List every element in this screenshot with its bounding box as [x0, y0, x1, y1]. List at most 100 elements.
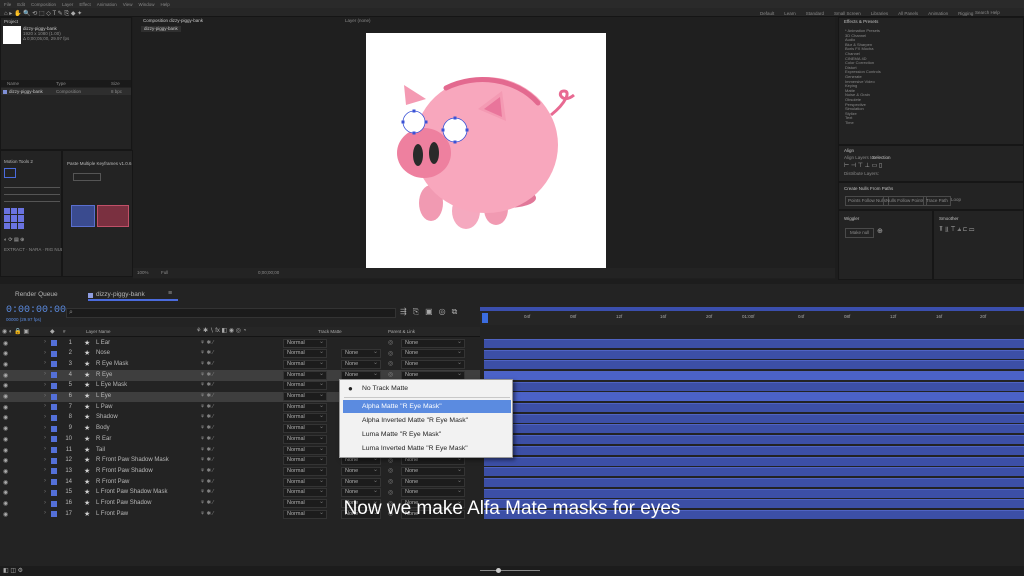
flow-preset-b[interactable] [97, 205, 129, 227]
effects-list: * Animation Presets 3D Channel Audio Blur &… [845, 28, 881, 126]
align-panel: Align Align Layers to: Selection ⊢ ⊣ ⊤ ⊥… [838, 145, 1024, 182]
composition-canvas[interactable] [366, 33, 606, 268]
project-panel: Project dizzy-piggy-bank 1920 x 1080 (1.… [0, 17, 132, 150]
add-icon[interactable]: ⊕ [877, 227, 883, 235]
tab-comp[interactable]: dizzy-piggy-bank ≡ [88, 290, 178, 301]
ruler-label: 12f [616, 314, 623, 319]
zoom-level[interactable]: 100% [137, 270, 149, 276]
align-title: Align [844, 148, 855, 153]
resolution[interactable]: Full [161, 270, 168, 276]
effects-category[interactable]: Time [845, 120, 881, 126]
track-matte-option[interactable]: Alpha Inverted Matte "R Eye Mask" [340, 414, 512, 427]
zoom-slider[interactable] [480, 570, 540, 571]
flow-preset-a[interactable] [71, 205, 95, 227]
loop-checkbox[interactable]: Loop [951, 197, 961, 203]
workspace-item[interactable]: Default [760, 11, 774, 16]
playhead[interactable] [482, 313, 488, 323]
workspace-item[interactable]: Libraries [871, 11, 888, 16]
align-icons[interactable]: ⊢ ⊣ ⊤ ⊥ ▭ ▯ [844, 162, 882, 169]
work-area-bar[interactable] [480, 307, 1024, 311]
ruler-label: 16f [660, 314, 667, 319]
ruler-label: 20f [706, 314, 713, 319]
status-icons[interactable]: ◧ ◫ ⚙ [3, 567, 23, 574]
workspace-item[interactable]: Animation [928, 11, 948, 16]
paste-button[interactable] [73, 173, 101, 181]
tab-menu-icon[interactable]: ≡ [168, 290, 172, 297]
menu-item[interactable]: File [4, 2, 11, 7]
motion-tool-icons[interactable]: ◐ ⟳ ▤ ⊕ [4, 237, 24, 243]
toolbar: ⌂ ▸ ✋ 🔍 ⟲ ⬚ ◇ T ✎ ⎘ ◆ ✦ Default Learn Stan… [0, 8, 1024, 17]
keyframe-title: Paste Multiple Keyframes v1.0.6 [67, 161, 132, 166]
effects-presets-panel: Effects & Presets * Animation Presets 3D … [838, 17, 1024, 145]
workspace-item[interactable]: Standard [806, 11, 824, 16]
search-help[interactable]: Search Help [975, 10, 1000, 16]
project-row[interactable]: dizzy-piggy-bank Composition 8 bpc [1, 88, 131, 95]
layer-duration-bar[interactable] [484, 467, 1024, 477]
layer-duration-bar[interactable] [484, 349, 1024, 359]
comp-subtab[interactable]: dizzy-piggy-bank [141, 26, 181, 32]
workspace-item[interactable]: All Panels [898, 11, 918, 16]
motion-mode-button[interactable] [4, 168, 16, 178]
easing-sliders[interactable] [4, 183, 60, 205]
menu-item[interactable]: Edit [17, 2, 25, 7]
menu-item[interactable]: Layer [62, 2, 73, 7]
keyframe-panel: Paste Multiple Keyframes v1.0.6 [62, 150, 133, 277]
layer-duration-bar[interactable] [484, 435, 1024, 445]
smoother-panel: Smoother ⫪ ⫫ ⊤ ⫨ ⊏ ▭ [933, 210, 1024, 280]
tab-render-queue[interactable]: Render Queue [15, 291, 58, 298]
layer-duration-bar[interactable] [484, 424, 1024, 434]
smoother-icons[interactable]: ⫪ ⫫ ⊤ ⫨ ⊏ ▭ [939, 226, 974, 234]
nulls-follow-points-button[interactable]: Nulls Follow Points [883, 196, 928, 206]
workspace-item[interactable]: Small Screen [834, 11, 861, 16]
layer-duration-bar[interactable] [484, 477, 1024, 487]
menu-item[interactable]: Effect [79, 2, 90, 7]
layer-duration-bar[interactable] [484, 338, 1024, 348]
layer-duration-bar[interactable] [484, 370, 1024, 380]
layer-search-input[interactable]: ⌕ [66, 308, 396, 318]
label-icon: ◆ [50, 329, 55, 335]
track-matte-option[interactable]: Luma Inverted Matte "R Eye Mask" [340, 442, 512, 455]
motion-tools-title: Motion Tools 2 [4, 159, 33, 164]
align-to-value[interactable]: Selection [872, 155, 891, 161]
timeline-timecode[interactable]: 0:00:00:00 [6, 305, 66, 316]
create-nulls-panel: Create Nulls From Paths Points Follow Nu… [838, 182, 1024, 210]
track-matte-option-label: No Track Matte [362, 385, 409, 392]
anchor-grid[interactable] [4, 208, 25, 229]
zoom-slider-handle[interactable] [496, 568, 501, 573]
layer-duration-bar[interactable] [484, 488, 1024, 498]
layer-duration-bar[interactable] [484, 360, 1024, 370]
layer-duration-bar[interactable] [484, 413, 1024, 423]
menu-item[interactable]: Help [160, 2, 169, 7]
workspace-switcher[interactable]: Default Learn Standard Small Screen Librarie… [760, 10, 983, 17]
track-matte-option[interactable]: ● No Track Matte [340, 382, 512, 395]
workspace-item[interactable]: Learn [784, 11, 796, 16]
track-matte-option[interactable]: Alpha Matte "R Eye Mask" [343, 400, 511, 413]
menu-item[interactable]: Window [138, 2, 154, 7]
menu-bar: File Edit Composition Layer Effect Animation V… [0, 0, 1024, 8]
make-null-button[interactable]: Make null [845, 228, 875, 238]
time-ruler[interactable]: 0f04f08f12f16f20f01:00f04f08f12f16f20f [480, 307, 1024, 325]
search-icon: ⌕ [69, 309, 73, 316]
layer-duration-bar[interactable] [484, 456, 1024, 466]
distribute-label: Distribute Layers: [844, 171, 880, 176]
layer-duration-bar[interactable] [484, 392, 1024, 402]
layer-tab[interactable]: Layer (none) [345, 18, 371, 24]
ruler-label: 01:00f [742, 314, 755, 319]
timeline-switch-icons[interactable]: ⇶⎘▣◎⧉ [400, 307, 463, 317]
layer-duration-bar[interactable] [484, 403, 1024, 412]
trace-path-button[interactable]: Trace Path [923, 196, 951, 206]
workspace-item[interactable]: Rigging [958, 11, 973, 16]
menu-item[interactable]: View [123, 2, 133, 7]
col-layer-name[interactable]: Layer Name [86, 329, 111, 335]
layer-column-header: ◉ ◐ 🔒 ▣ ◆ # Layer Name ⚘ ✱ ∖ fx ◧ ◉ ◎ ◔ … [0, 327, 480, 337]
layer-duration-bar[interactable] [484, 381, 1024, 391]
menu-item[interactable]: Composition [31, 2, 56, 7]
viewer-footer: 100% Full 0;00;00;00 [133, 268, 835, 278]
track-matte-option[interactable]: Luma Matte "R Eye Mask" [340, 428, 512, 441]
switch-column-icons: ⚘ ✱ ∖ fx ◧ ◉ ◎ ◔ [196, 328, 247, 334]
layer-duration-bar[interactable] [484, 445, 1024, 455]
smoother-title: Smoother [939, 216, 959, 221]
track-matte-option-label: Alpha Matte "R Eye Mask" [362, 403, 442, 410]
composition-tab[interactable]: Composition dizzy-piggy-bank [143, 18, 203, 24]
menu-item[interactable]: Animation [97, 2, 117, 7]
